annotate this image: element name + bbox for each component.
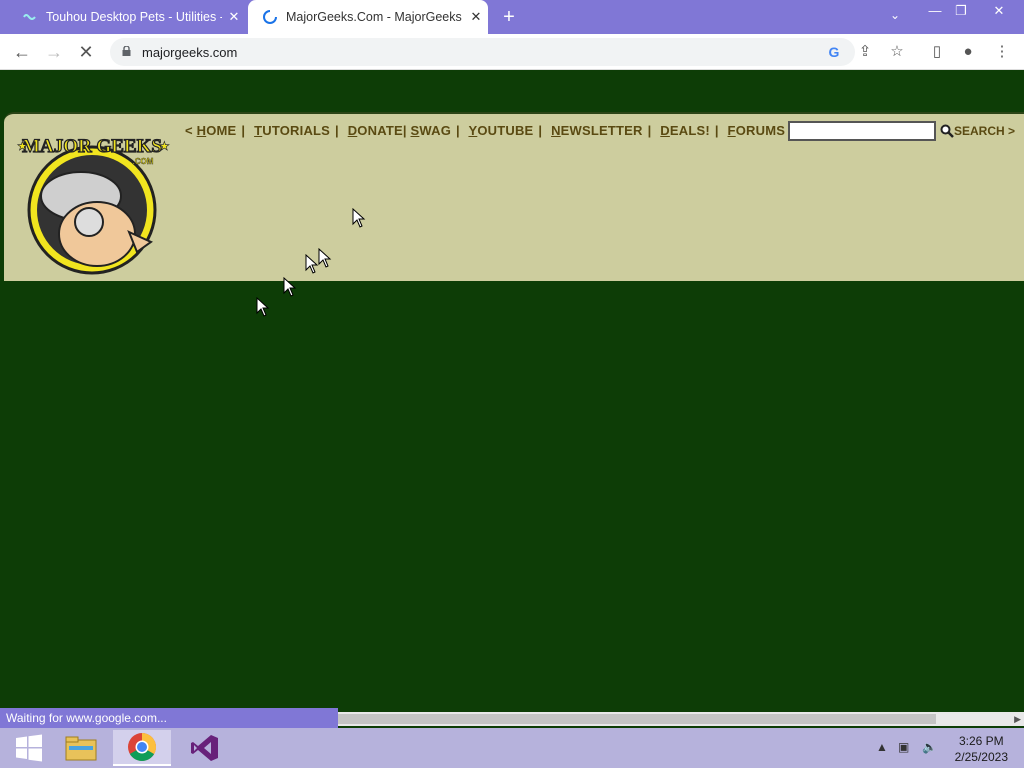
- logo-subtext: .COM: [133, 157, 154, 166]
- nav-link-swag[interactable]: SWAG: [411, 123, 452, 138]
- horizontal-scrollbar[interactable]: ▶: [338, 712, 1024, 726]
- loading-spinner-icon: [262, 9, 278, 25]
- taskbar-clock[interactable]: 3:26 PM 2/25/2023: [955, 733, 1008, 765]
- network-icon[interactable]: ▣: [898, 740, 909, 754]
- visual-studio-taskbar-button[interactable]: [176, 730, 234, 766]
- chevron-down-icon[interactable]: ⌄: [890, 8, 900, 22]
- windows-taskbar: ▲ ▣ 🔈 3:26 PM 2/25/2023: [0, 728, 1024, 768]
- site-nav: < HOME | TUTORIALS | DONATE| SWAG | YOUTUBE…: [185, 123, 794, 138]
- logo-text: MAJOR GEEKS: [22, 136, 162, 157]
- star-icon: ★: [159, 139, 170, 153]
- chrome-taskbar-button[interactable]: [113, 730, 171, 766]
- volume-icon[interactable]: 🔈: [922, 740, 937, 754]
- clock-time: 3:26 PM: [958, 734, 1004, 748]
- side-panel-icon[interactable]: ▯: [927, 42, 947, 62]
- share-icon[interactable]: ⇪: [855, 42, 875, 62]
- url-text: majorgeeks.com: [142, 45, 238, 60]
- back-arrow-icon[interactable]: ←: [10, 40, 34, 64]
- majorgeeks-logo[interactable]: MAJOR GEEKS .COM ★ ★: [11, 124, 173, 276]
- site-header: MAJOR GEEKS .COM ★ ★ < HOME | TUTORIALS | …: [4, 112, 1024, 281]
- stop-loading-icon[interactable]: ✕: [74, 40, 98, 64]
- site-search-button[interactable]: SEARCH >: [940, 124, 1015, 138]
- nav-link-donate[interactable]: DONATE: [348, 123, 403, 138]
- magnifier-icon: [940, 124, 954, 138]
- tab-touhou[interactable]: Touhou Desktop Pets - Utilities - ✕: [8, 0, 246, 34]
- status-bubble: Waiting for www.google.com...: [0, 708, 338, 728]
- tray-overflow-icon[interactable]: ▲: [876, 740, 888, 754]
- nav-link-newsletter[interactable]: NEWSLETTER: [551, 123, 643, 138]
- close-window-icon[interactable]: ✕: [984, 0, 1014, 22]
- nav-link-deals[interactable]: DEALS!: [660, 123, 710, 138]
- profile-avatar-icon[interactable]: ●: [958, 42, 978, 62]
- mouse-cursor-icon: [283, 277, 297, 297]
- close-tab-icon[interactable]: ✕: [222, 9, 246, 25]
- visual-studio-icon: [191, 735, 218, 761]
- lock-icon: [122, 46, 131, 56]
- mouse-cursor-icon: [318, 248, 332, 268]
- clock-date: 2/25/2023: [954, 750, 1008, 764]
- file-explorer-taskbar-button[interactable]: [52, 730, 110, 766]
- forward-arrow-icon[interactable]: →: [42, 40, 66, 64]
- mouse-cursor-icon: [256, 297, 270, 317]
- browser-titlebar: Touhou Desktop Pets - Utilities - ✕ Majo…: [0, 0, 1024, 34]
- nav-link-youtube[interactable]: YOUTUBE: [468, 123, 533, 138]
- kebab-menu-icon[interactable]: ⋮: [992, 42, 1012, 62]
- address-bar[interactable]: majorgeeks.com G: [110, 38, 855, 66]
- star-icon[interactable]: ☆: [887, 42, 907, 62]
- search-label: SEARCH >: [954, 124, 1016, 138]
- star-icon: ★: [17, 139, 28, 153]
- chrome-icon: [128, 733, 156, 761]
- tab-majorgeeks[interactable]: MajorGeeks.Com - MajorGeeks ✕: [248, 0, 488, 34]
- plus-icon[interactable]: +: [498, 6, 520, 28]
- scrollbar-thumb[interactable]: [338, 714, 936, 724]
- folder-icon: [65, 736, 97, 761]
- site-search-input[interactable]: [788, 121, 936, 141]
- tab-title: MajorGeeks.Com - MajorGeeks: [286, 10, 462, 24]
- nav-link-home[interactable]: HOME: [197, 123, 237, 138]
- nav-open-bracket: <: [185, 123, 193, 138]
- start-button[interactable]: [0, 730, 58, 766]
- google-icon[interactable]: G: [826, 44, 842, 60]
- mouse-cursor-icon: [352, 208, 366, 228]
- page-viewport: MAJOR GEEKS .COM ★ ★ < HOME | TUTORIALS | …: [0, 71, 1024, 708]
- restore-icon[interactable]: ❐: [946, 0, 976, 22]
- windows-logo-icon: [16, 734, 42, 762]
- close-tab-icon[interactable]: ✕: [464, 9, 488, 25]
- scroll-right-arrow-icon[interactable]: ▶: [1014, 712, 1021, 726]
- tab-title: Touhou Desktop Pets - Utilities -: [46, 10, 222, 24]
- mouse-cursor-icon: [305, 254, 319, 274]
- nav-link-forums[interactable]: FORUMS: [728, 123, 786, 138]
- nav-link-tutorials[interactable]: TUTORIALS: [254, 123, 330, 138]
- browser-toolbar: ← → ✕ majorgeeks.com G ⇪ ☆ ▯ ● ⋮: [0, 34, 1024, 70]
- site-favicon: [22, 9, 38, 25]
